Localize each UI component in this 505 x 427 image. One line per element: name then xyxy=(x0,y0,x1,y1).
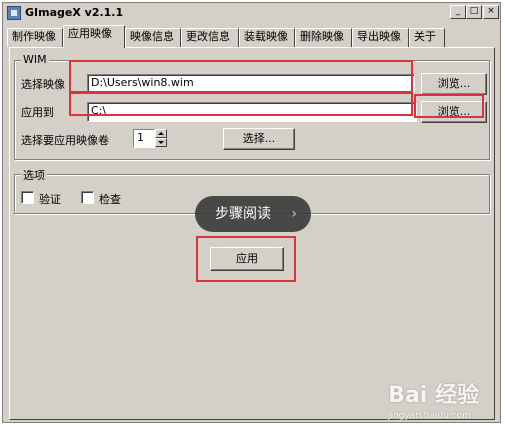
tab-delete-image[interactable]: 删除映像 xyxy=(295,28,352,47)
maximize-button[interactable]: □ xyxy=(466,5,482,19)
app-icon xyxy=(7,6,21,20)
tab-bar: 制作映像 应用映像 映像信息 更改信息 装载映像 删除映像 导出映像 关于 xyxy=(7,25,499,48)
step-reading-overlay[interactable]: 步骤阅读 › xyxy=(195,196,311,232)
apply-button[interactable]: 应用 xyxy=(210,247,284,271)
watermark-url: jingyan.baidu.com xyxy=(387,411,471,421)
spin-up-icon[interactable] xyxy=(155,129,167,138)
tab-about[interactable]: 关于 xyxy=(409,28,445,47)
options-group-title: 选项 xyxy=(21,167,47,183)
spin-down-icon[interactable] xyxy=(155,138,167,147)
browse-image-button[interactable]: 浏览... xyxy=(421,73,487,95)
select-volume-button[interactable]: 选择... xyxy=(223,128,295,150)
chevron-right-icon: › xyxy=(291,206,297,222)
check-checkbox[interactable] xyxy=(81,191,94,204)
wim-group-title: WIM xyxy=(21,53,49,66)
select-image-label: 选择映像 xyxy=(21,78,65,91)
wim-group: WIM 选择映像 D:\Users\win8.wim 浏览... 应用到 C:\… xyxy=(14,53,490,160)
minimize-button[interactable]: _ xyxy=(450,5,466,19)
tab-create-image[interactable]: 制作映像 xyxy=(7,28,63,47)
apply-to-label: 应用到 xyxy=(21,106,54,119)
volume-label: 选择要应用映像卷 xyxy=(21,134,109,147)
apply-to-input[interactable]: C:\ xyxy=(87,102,417,122)
baidu-watermark: Bai 经验 xyxy=(388,383,479,408)
step-reading-text: 步骤阅读 xyxy=(215,206,271,222)
tab-export-image[interactable]: 导出映像 xyxy=(352,28,409,47)
tab-mount-image[interactable]: 装载映像 xyxy=(239,28,295,47)
verify-label: 验证 xyxy=(39,193,61,206)
apply-image-panel: WIM 选择映像 D:\Users\win8.wim 浏览... 应用到 C:\… xyxy=(9,47,495,420)
title-bar[interactable]: GImageX v2.1.1 _ □ × xyxy=(3,3,500,23)
check-label: 检查 xyxy=(99,193,121,206)
window-title: GImageX v2.1.1 xyxy=(25,6,124,19)
tab-image-info[interactable]: 映像信息 xyxy=(125,28,181,47)
volume-spin-input[interactable]: 1 xyxy=(133,129,155,148)
image-path-input[interactable]: D:\Users\win8.wim xyxy=(87,74,415,94)
verify-checkbox[interactable] xyxy=(21,191,34,204)
tab-apply-image[interactable]: 应用映像 xyxy=(63,25,125,48)
tab-change-info[interactable]: 更改信息 xyxy=(181,28,239,47)
close-button[interactable]: × xyxy=(483,5,499,19)
browse-target-button[interactable]: 浏览... xyxy=(421,101,487,123)
